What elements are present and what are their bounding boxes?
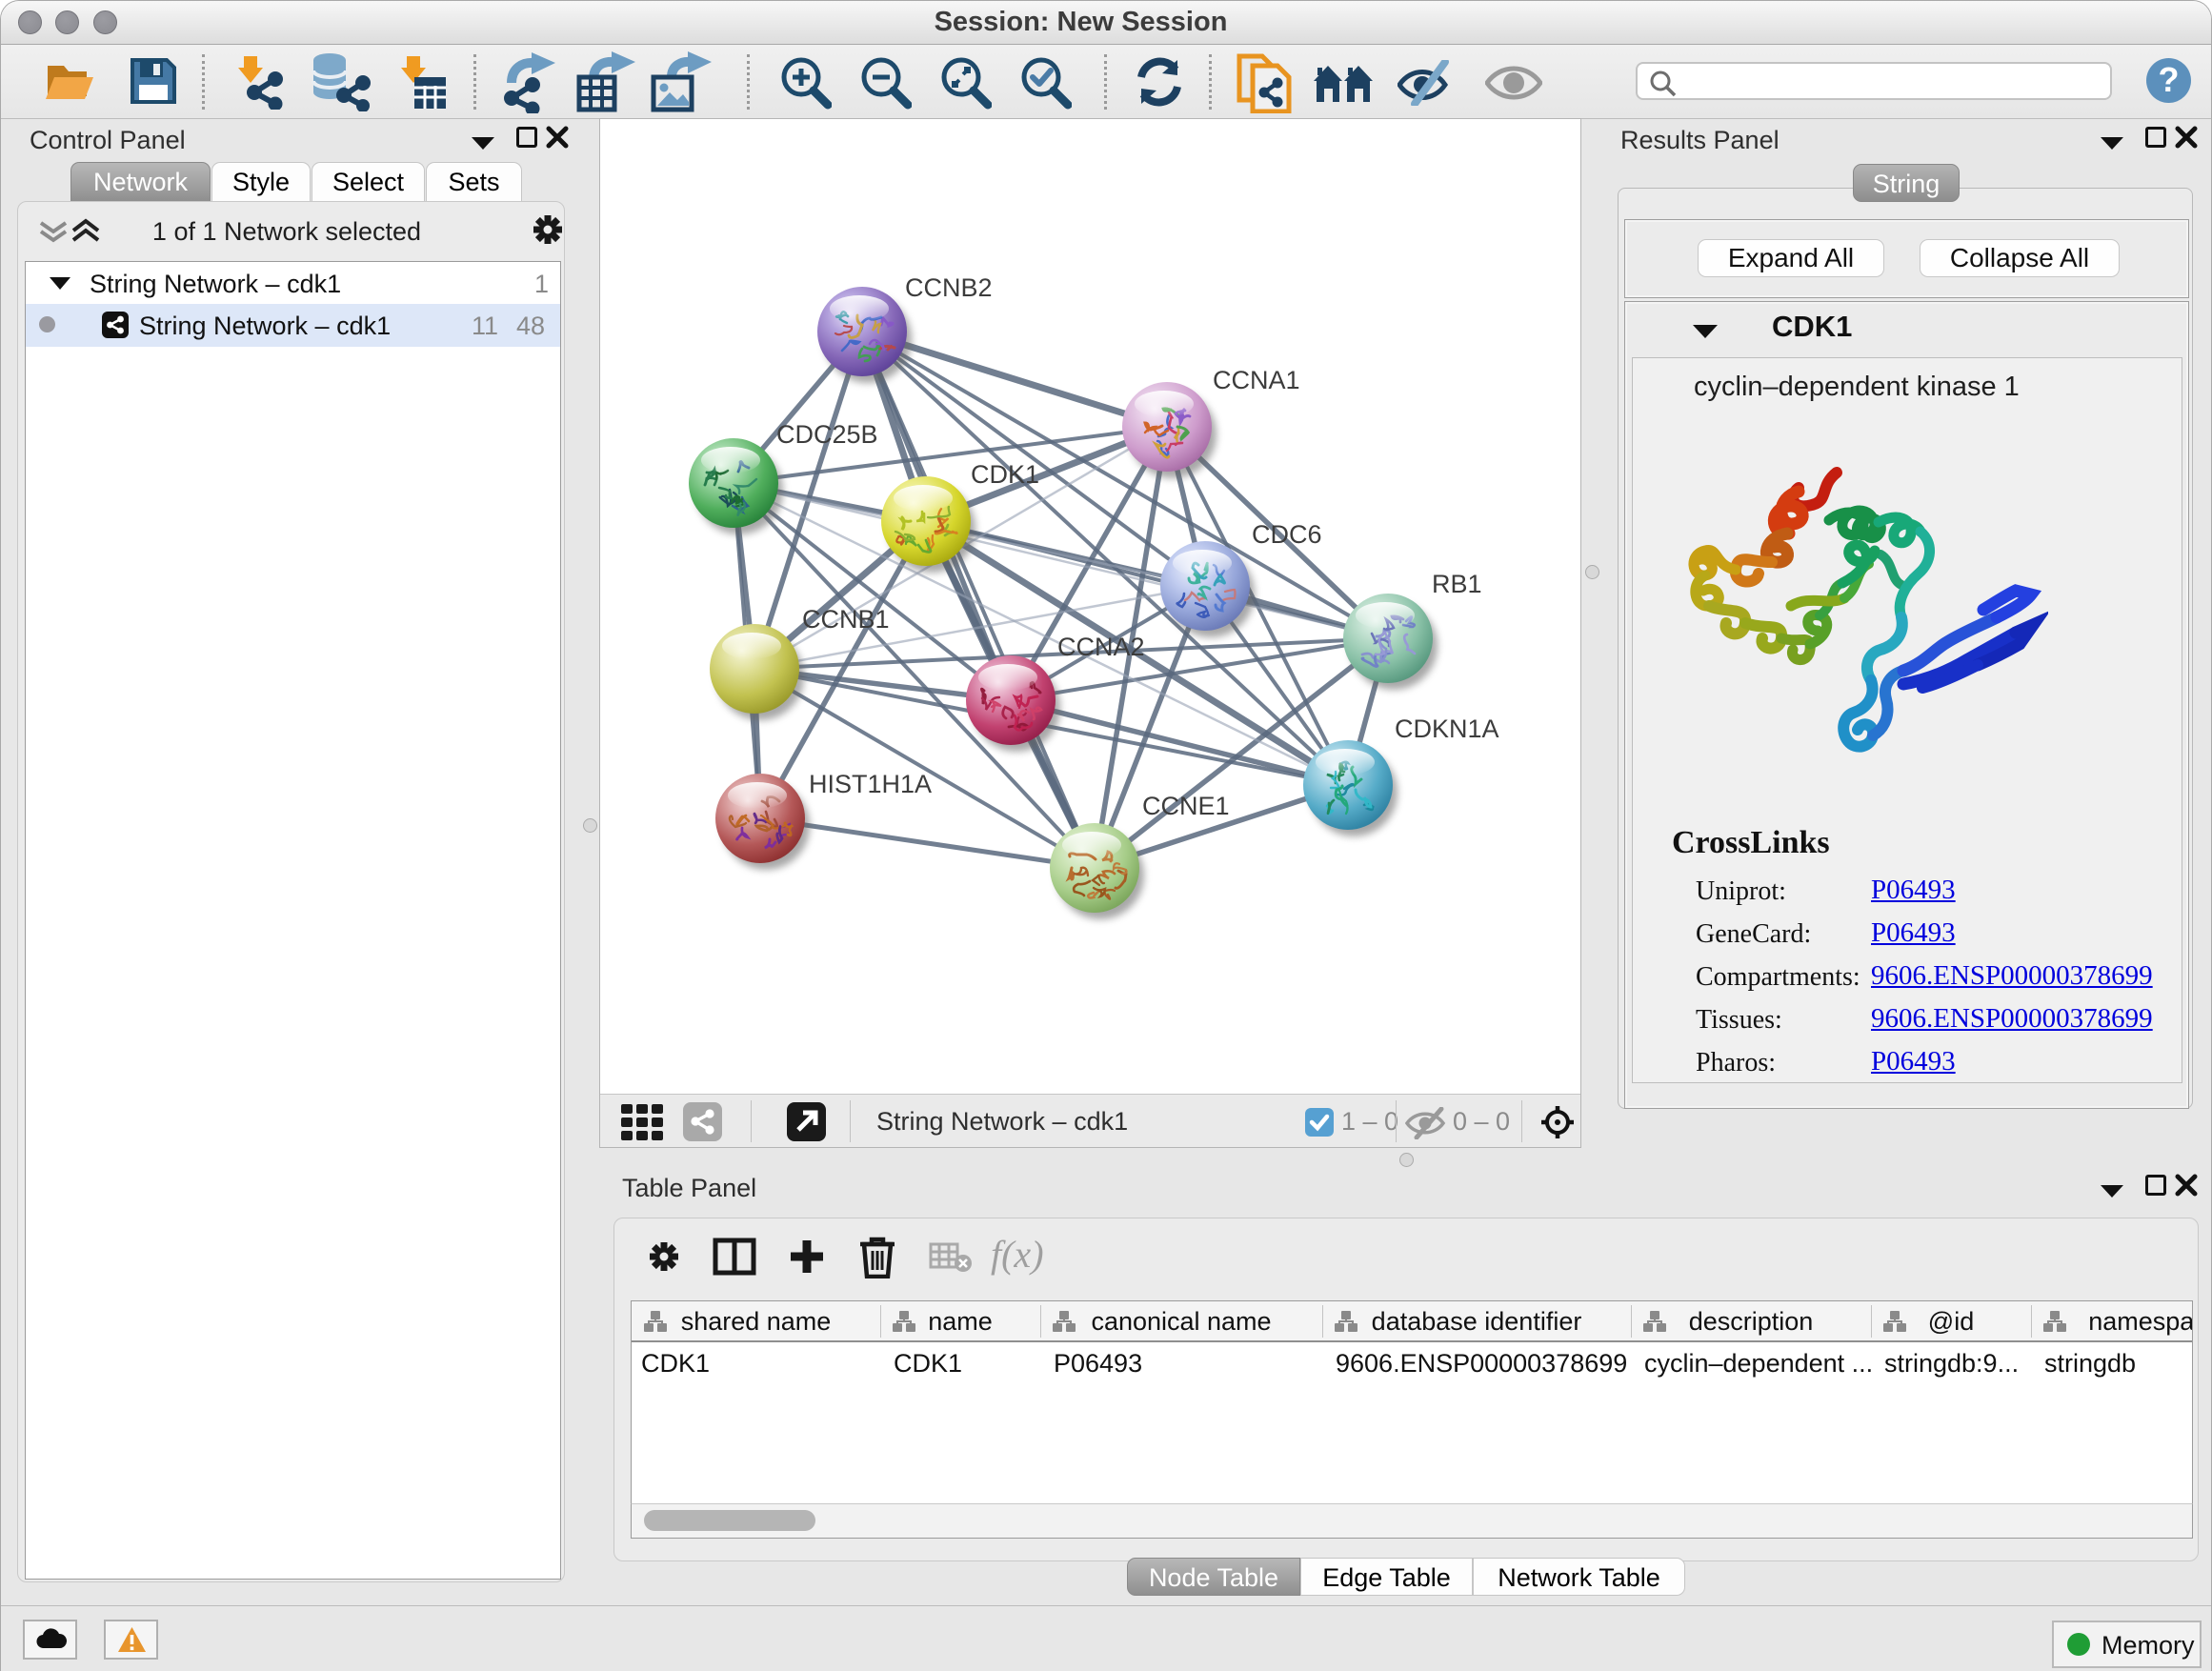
- svg-text:HIST1H1A: HIST1H1A: [809, 770, 932, 798]
- svg-text:CDKN1A: CDKN1A: [1395, 715, 1499, 743]
- svg-text:CCNB1: CCNB1: [802, 605, 890, 634]
- svg-text:CCNE1: CCNE1: [1142, 792, 1230, 820]
- svg-text:CDK1: CDK1: [971, 460, 1039, 489]
- svg-text:CCNA1: CCNA1: [1213, 366, 1300, 394]
- svg-text:CCNB2: CCNB2: [905, 273, 993, 302]
- svg-text:CCNA2: CCNA2: [1057, 633, 1145, 661]
- svg-text:CDC6: CDC6: [1252, 520, 1322, 549]
- svg-text:RB1: RB1: [1432, 570, 1482, 598]
- svg-text:CDC25B: CDC25B: [776, 420, 878, 449]
